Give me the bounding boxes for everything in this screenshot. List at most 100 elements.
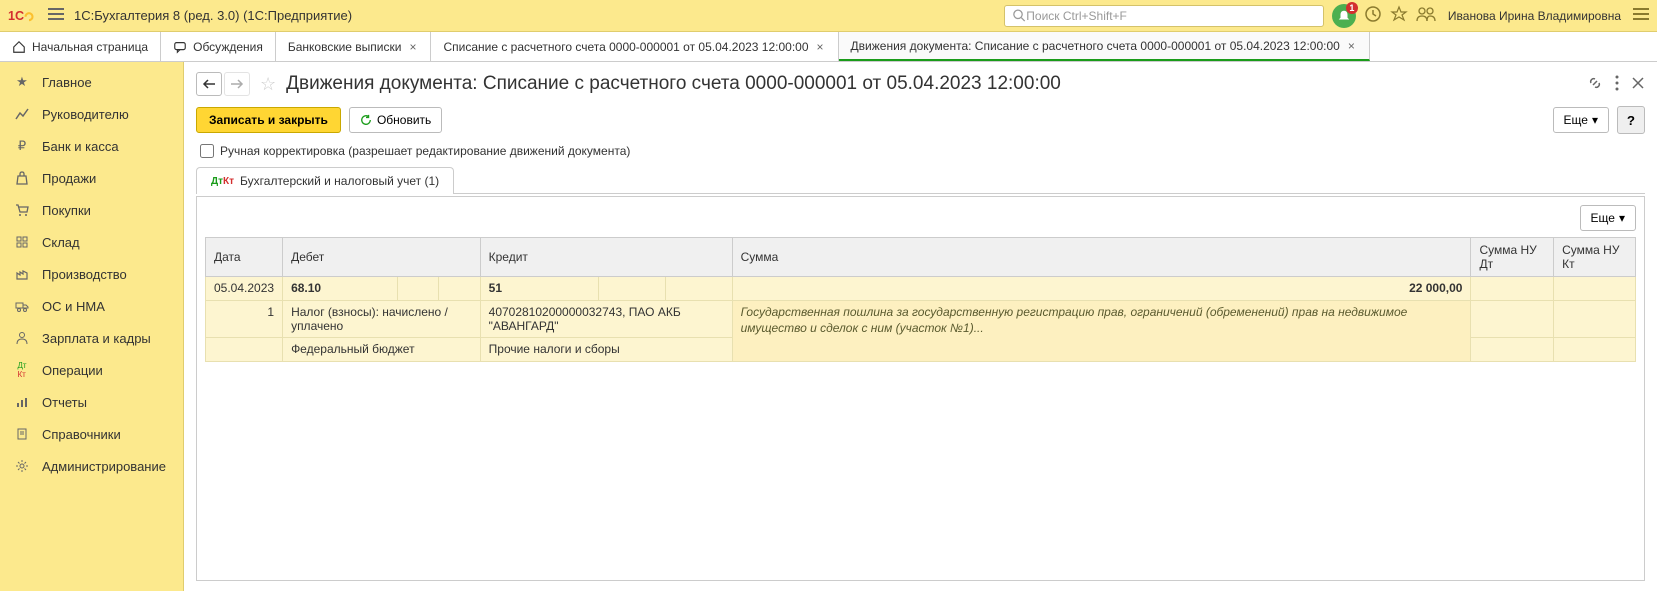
sidebar-item-operations[interactable]: ДтКтОперации	[0, 354, 183, 386]
tab-close-icon[interactable]: ×	[407, 40, 418, 54]
cell-credit-sub2: Прочие налоги и сборы	[480, 338, 732, 362]
more-label: Еще	[1564, 113, 1588, 127]
inner-tab-accounting[interactable]: ДтКт Бухгалтерский и налоговый учет (1)	[196, 167, 454, 194]
sidebar-item-label: Продажи	[42, 171, 96, 186]
refresh-button[interactable]: Обновить	[349, 107, 442, 133]
favorite-toggle-icon[interactable]: ☆	[260, 74, 276, 95]
inner-tab-label: Бухгалтерский и налоговый учет (1)	[240, 174, 439, 188]
movements-table: Дата Дебет Кредит Сумма Сумма НУ Дт Сумм…	[205, 237, 1636, 362]
sidebar-item-hr[interactable]: Зарплата и кадры	[0, 322, 183, 354]
page-title: Движения документа: Списание с расчетног…	[286, 73, 1061, 95]
save-close-button[interactable]: Записать и закрыть	[196, 107, 341, 133]
chevron-down-icon: ▾	[1592, 113, 1598, 127]
cell-empty	[1471, 301, 1554, 338]
nav-forward-button[interactable]	[224, 72, 250, 96]
chat-icon	[173, 40, 187, 54]
sidebar-item-label: Банк и касса	[42, 139, 119, 154]
cell-date: 05.04.2023	[206, 277, 283, 301]
tab-label: Списание с расчетного счета 0000-000001 …	[443, 40, 808, 54]
sidebar-item-label: Производство	[42, 267, 127, 282]
sidebar-item-warehouse[interactable]: Склад	[0, 226, 183, 258]
col-sum-nu-kt[interactable]: Сумма НУ Кт	[1554, 238, 1636, 277]
cell-empty	[1471, 338, 1554, 362]
history-icon[interactable]	[1364, 5, 1382, 26]
sidebar-item-purchases[interactable]: Покупки	[0, 194, 183, 226]
cell-empty	[599, 277, 666, 301]
sidebar-item-admin[interactable]: Администрирование	[0, 450, 183, 482]
sidebar-item-main[interactable]: ★Главное	[0, 66, 183, 98]
factory-icon	[14, 266, 30, 282]
app-title: 1С:Бухгалтерия 8 (ред. 3.0) (1С:Предприя…	[74, 8, 352, 23]
sidebar-item-manager[interactable]: Руководителю	[0, 98, 183, 130]
sidebar-item-label: ОС и НМА	[42, 299, 105, 314]
cell-credit-acc: 51	[480, 277, 599, 301]
main-menu-icon[interactable]	[48, 7, 64, 24]
sidebar-item-label: Зарплата и кадры	[42, 331, 151, 346]
cell-empty	[1554, 338, 1636, 362]
notifications-icon[interactable]: 1	[1332, 4, 1356, 28]
search-icon	[1013, 9, 1026, 23]
manual-correction-label: Ручная корректировка (разрешает редактир…	[220, 144, 630, 158]
table-area: Еще▾ Дата Дебет Кредит Сумма Сумма НУ Дт…	[196, 196, 1645, 581]
panel-menu-icon[interactable]	[1633, 7, 1649, 24]
tab-label: Движения документа: Списание с расчетног…	[851, 39, 1340, 53]
notifications-badge: 1	[1346, 2, 1358, 14]
sidebar-item-production[interactable]: Производство	[0, 258, 183, 290]
boxes-icon	[14, 234, 30, 250]
more-button[interactable]: Еще ▾	[1553, 107, 1609, 133]
close-page-icon[interactable]	[1631, 76, 1645, 93]
link-icon[interactable]	[1587, 75, 1603, 94]
col-debit[interactable]: Дебет	[283, 238, 481, 277]
search-box[interactable]	[1004, 5, 1324, 27]
dtkt-icon: ДтКт	[14, 362, 30, 378]
col-sum[interactable]: Сумма	[732, 238, 1471, 277]
sidebar: ★Главное Руководителю ₽Банк и касса Прод…	[0, 62, 184, 591]
help-button[interactable]: ?	[1617, 106, 1645, 134]
tab-movements[interactable]: Движения документа: Списание с расчетног…	[839, 32, 1370, 61]
refresh-icon	[360, 114, 372, 126]
manual-correction-checkbox[interactable]	[200, 144, 214, 158]
user-icon[interactable]	[1416, 6, 1436, 25]
cell-empty	[397, 277, 438, 301]
bag-icon	[14, 170, 30, 186]
sidebar-item-reports[interactable]: Отчеты	[0, 386, 183, 418]
dtkt-icon: ДтКт	[211, 176, 234, 187]
user-name[interactable]: Иванова Ирина Владимировна	[1448, 9, 1621, 23]
home-icon	[12, 40, 26, 54]
col-sum-nu-dt[interactable]: Сумма НУ Дт	[1471, 238, 1554, 277]
sidebar-item-label: Склад	[42, 235, 80, 250]
col-credit[interactable]: Кредит	[480, 238, 732, 277]
tab-bank-statements[interactable]: Банковские выписки ×	[276, 32, 432, 61]
sidebar-item-bank[interactable]: ₽Банк и касса	[0, 130, 183, 162]
tab-home[interactable]: Начальная страница	[0, 32, 161, 61]
search-input[interactable]	[1026, 9, 1315, 23]
tab-close-icon[interactable]: ×	[815, 40, 826, 54]
cell-debit-acc: 68.10	[283, 277, 398, 301]
cell-sum: 22 000,00	[732, 277, 1471, 301]
sidebar-item-assets[interactable]: ОС и НМА	[0, 290, 183, 322]
sidebar-item-sales[interactable]: Продажи	[0, 162, 183, 194]
cart-icon	[14, 202, 30, 218]
kebab-menu-icon[interactable]	[1615, 75, 1619, 94]
cell-empty	[206, 338, 283, 362]
truck-icon	[14, 298, 30, 314]
table-row[interactable]: 05.04.2023 68.10 51 22 000,00	[206, 277, 1636, 301]
favorites-icon[interactable]	[1390, 5, 1408, 26]
tab-discussions[interactable]: Обсуждения	[161, 32, 276, 61]
content-area: ☆ Движения документа: Списание с расчетн…	[184, 62, 1657, 591]
table-row[interactable]: 1 Налог (взносы): начислено / уплачено 4…	[206, 301, 1636, 338]
sidebar-item-directories[interactable]: Справочники	[0, 418, 183, 450]
person-icon	[14, 330, 30, 346]
table-more-button[interactable]: Еще▾	[1580, 205, 1636, 231]
star-icon: ★	[14, 74, 30, 90]
sidebar-item-label: Руководителю	[42, 107, 129, 122]
refresh-label: Обновить	[377, 113, 431, 127]
tab-close-icon[interactable]: ×	[1346, 39, 1357, 53]
chevron-down-icon: ▾	[1619, 211, 1625, 225]
nav-back-button[interactable]	[196, 72, 222, 96]
report-icon	[14, 394, 30, 410]
cell-seq: 1	[206, 301, 283, 338]
tab-writeoff[interactable]: Списание с расчетного счета 0000-000001 …	[431, 32, 838, 61]
cell-credit-sub1: 40702810200000032743, ПАО АКБ "АВАНГАРД"	[480, 301, 732, 338]
col-date[interactable]: Дата	[206, 238, 283, 277]
